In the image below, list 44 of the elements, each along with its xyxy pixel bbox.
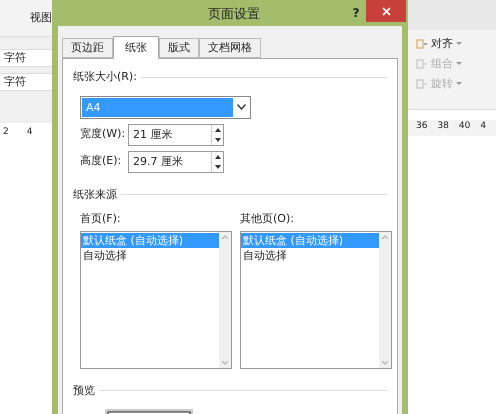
ribbon-field[interactable]: 字符: [0, 73, 52, 91]
scroll-down-icon[interactable]: [221, 360, 229, 366]
tray-list[interactable]: 默认纸盒 (自动选择) 自动选择: [80, 230, 232, 368]
tab[interactable]: 页边距: [62, 38, 113, 58]
section-label: 纸张大小(R):: [73, 69, 137, 85]
chevron-down-icon: [236, 104, 246, 110]
ribbon-command[interactable]: 对齐: [416, 36, 496, 52]
section-label: 纸张来源: [73, 186, 117, 202]
list-label: 其他页(O):: [240, 211, 295, 227]
close-icon: [382, 6, 390, 16]
close-button[interactable]: [366, 0, 406, 22]
spin-field[interactable]: 29.7 厘米: [128, 150, 224, 172]
ruler-number: 38: [437, 120, 449, 133]
help-button[interactable]: ?: [346, 4, 366, 22]
arrange-icon: [416, 38, 428, 50]
tab[interactable]: 纸张: [113, 36, 159, 59]
ruler-number: 40: [458, 120, 470, 133]
arrange-icon: [416, 78, 428, 90]
tab[interactable]: 文档网格: [199, 38, 261, 58]
ribbon-field[interactable]: 字符: [0, 49, 52, 67]
list-label: 首页(F):: [80, 211, 122, 227]
scrollbar[interactable]: [219, 232, 231, 368]
list-item[interactable]: 自动选择: [241, 248, 379, 262]
caret-icon: [456, 42, 462, 46]
scroll-down-icon[interactable]: [381, 360, 389, 366]
ruler-number: 36: [416, 120, 428, 133]
ruler-number: 4: [26, 126, 32, 139]
field-label: 高度(E):: [80, 153, 122, 170]
tab[interactable]: 版式: [159, 38, 199, 58]
caret-icon: [456, 62, 462, 66]
ruler-number: 4: [480, 120, 486, 133]
ruler-number: 2: [3, 126, 9, 139]
scroll-up-icon[interactable]: [221, 234, 229, 240]
ribbon-tab[interactable]: 视图: [30, 10, 52, 26]
scrollbar[interactable]: [379, 232, 391, 368]
scroll-up-icon[interactable]: [381, 234, 389, 240]
spin-field[interactable]: 21 厘米: [128, 124, 224, 146]
arrange-icon: [416, 58, 428, 70]
window-title: 页面设置: [208, 6, 260, 24]
field-label: 宽度(W):: [80, 126, 126, 142]
tray-list[interactable]: 默认纸盒 (自动选择) 自动选择: [240, 230, 392, 368]
list-item[interactable]: 自动选择: [81, 248, 219, 262]
caret-icon: [456, 82, 462, 86]
section-label: 预览: [73, 382, 95, 398]
